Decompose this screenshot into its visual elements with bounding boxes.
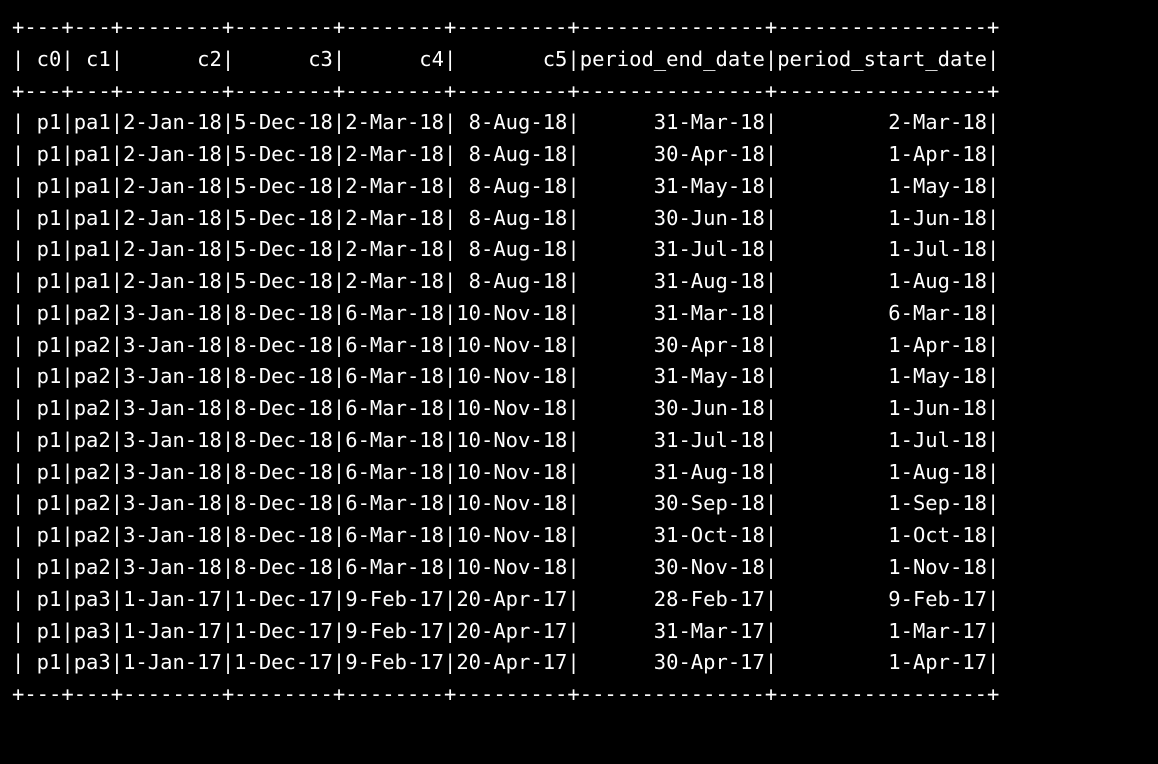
- table-body: | p1|pa1|2-Jan-18|5-Dec-18|2-Mar-18| 8-A…: [12, 110, 999, 674]
- table-header-row: | c0| c1| c2| c3| c4| c5|period_end_date…: [12, 47, 999, 71]
- table-border-bottom: +---+---+--------+--------+--------+----…: [12, 682, 999, 706]
- ascii-table: +---+---+--------+--------+--------+----…: [0, 0, 1158, 723]
- table-border-mid: +---+---+--------+--------+--------+----…: [12, 79, 999, 103]
- table-border-top: +---+---+--------+--------+--------+----…: [12, 15, 999, 39]
